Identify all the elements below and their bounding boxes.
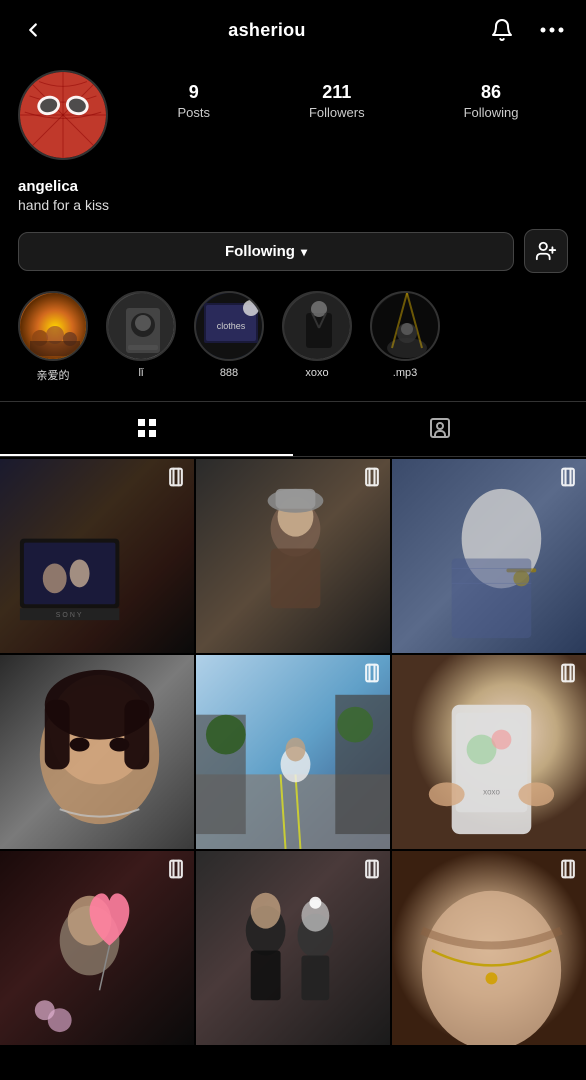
- following-stat[interactable]: 86 Following: [464, 82, 519, 120]
- svg-text:SONY: SONY: [56, 612, 84, 619]
- grid-item[interactable]: [196, 655, 390, 849]
- tab-grid[interactable]: [0, 402, 293, 456]
- grid-item[interactable]: [196, 851, 390, 1045]
- posts-stat[interactable]: 9 Posts: [177, 82, 210, 120]
- highlight-circle: [282, 291, 352, 361]
- highlight-label: 亲爱的: [37, 367, 70, 383]
- following-label: Following: [464, 105, 519, 120]
- header-icons: [486, 14, 568, 46]
- back-button[interactable]: [18, 15, 48, 45]
- header-title: asheriou: [228, 20, 305, 41]
- highlight-item[interactable]: lǐ: [106, 291, 176, 383]
- followers-label: Followers: [309, 105, 365, 120]
- highlight-item[interactable]: 亲爱的: [18, 291, 88, 383]
- highlight-circle: [106, 291, 176, 361]
- header: asheriou: [0, 0, 586, 60]
- highlights-section: 亲爱的 lǐ clothes 888: [0, 291, 586, 401]
- following-label: Following: [225, 243, 295, 260]
- highlight-label: 888: [220, 367, 238, 379]
- grid-item[interactable]: [0, 655, 194, 849]
- highlight-label: xoxo: [305, 367, 328, 379]
- multi-post-icon: [362, 859, 382, 879]
- grid-item[interactable]: [392, 459, 586, 653]
- grid-item[interactable]: [392, 851, 586, 1045]
- posts-label: Posts: [177, 105, 210, 120]
- highlight-circle: clothes: [194, 291, 264, 361]
- tab-bar: [0, 401, 586, 457]
- add-friend-button[interactable]: [524, 229, 568, 273]
- highlight-label: .mp3: [393, 367, 417, 379]
- follow-area: Following ▾: [0, 229, 586, 291]
- posts-count: 9: [189, 82, 199, 103]
- grid-item[interactable]: [196, 459, 390, 653]
- highlight-label: lǐ: [139, 367, 144, 379]
- profile-section: 9 Posts 211 Followers 86 Following: [0, 60, 586, 174]
- avatar[interactable]: [18, 70, 108, 160]
- bio-text: hand for a kiss: [18, 197, 568, 213]
- multi-post-icon: [362, 467, 382, 487]
- highlight-item[interactable]: clothes 888: [194, 291, 264, 383]
- grid-item[interactable]: [0, 851, 194, 1045]
- grid-item[interactable]: SONY: [0, 459, 194, 653]
- svg-text:clothes: clothes: [217, 321, 246, 331]
- highlight-circle: [370, 291, 440, 361]
- more-options-button[interactable]: [536, 23, 568, 37]
- tab-tagged[interactable]: [293, 402, 586, 456]
- highlight-item[interactable]: xoxo: [282, 291, 352, 383]
- multi-post-icon: [166, 467, 186, 487]
- multi-post-icon: [362, 663, 382, 683]
- svg-text:xoxo: xoxo: [483, 787, 500, 796]
- followers-stat[interactable]: 211 Followers: [309, 82, 365, 120]
- multi-post-icon: [558, 663, 578, 683]
- stats-area: 9 Posts 211 Followers 86 Following: [128, 70, 568, 120]
- bio-username: angelica: [18, 178, 568, 195]
- bio-section: angelica hand for a kiss: [0, 174, 586, 229]
- highlight-circle: [18, 291, 88, 361]
- notification-button[interactable]: [486, 14, 518, 46]
- photo-grid: SONY: [0, 459, 586, 1045]
- grid-item[interactable]: xoxo: [392, 655, 586, 849]
- highlight-item[interactable]: .mp3: [370, 291, 440, 383]
- following-count: 86: [481, 82, 501, 103]
- chevron-down-icon: ▾: [301, 245, 307, 259]
- multi-post-icon: [166, 859, 186, 879]
- multi-post-icon: [558, 859, 578, 879]
- following-button[interactable]: Following ▾: [18, 232, 514, 271]
- followers-count: 211: [322, 82, 351, 103]
- multi-post-icon: [558, 467, 578, 487]
